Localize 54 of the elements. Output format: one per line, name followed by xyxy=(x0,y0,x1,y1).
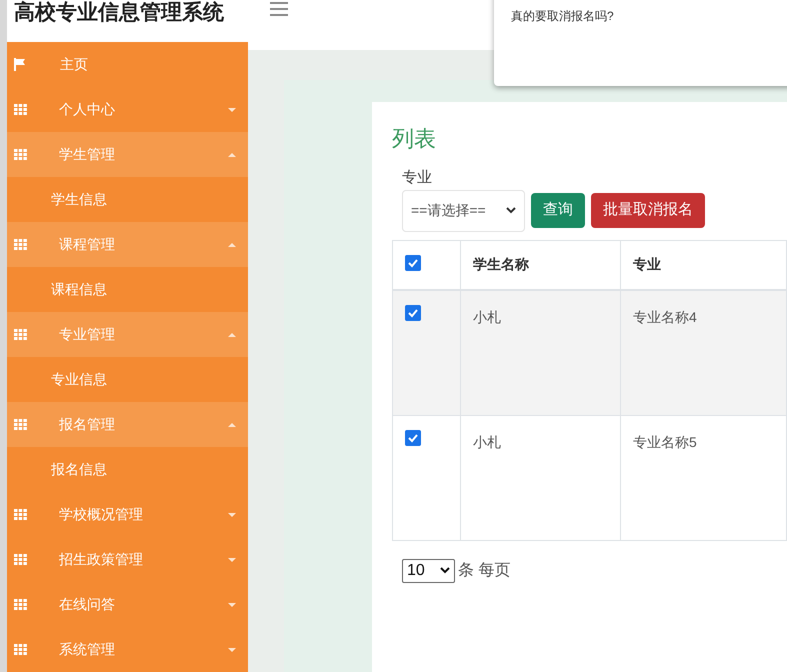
sidebar-item[interactable]: 系统管理 xyxy=(7,627,248,672)
sidebar-item[interactable]: 报名管理 xyxy=(7,402,248,447)
grid-icon xyxy=(14,644,27,655)
caret-down-icon xyxy=(228,558,236,562)
chevron-down-icon xyxy=(506,207,516,214)
submenu-item[interactable]: 学生信息 xyxy=(51,189,107,210)
grid-icon xyxy=(14,239,27,250)
table-cell: 专业名称4 xyxy=(620,290,786,415)
submenu-item[interactable]: 课程信息 xyxy=(51,279,107,300)
table-cell: 小札 xyxy=(460,415,621,540)
table-cell: 专业名称5 xyxy=(620,415,786,540)
per-page-label: 条 每页 xyxy=(458,560,510,580)
dialog-message: 真的要取消报名吗? xyxy=(511,9,614,23)
sidebar-item[interactable]: 学校概况管理 xyxy=(7,492,248,537)
checkbox[interactable] xyxy=(405,305,421,321)
checkbox[interactable] xyxy=(405,254,421,270)
column-header: 专业 xyxy=(620,240,786,290)
submenu-item[interactable]: 报名信息 xyxy=(51,459,107,480)
major-select[interactable]: ==请选择== xyxy=(402,190,525,232)
caret-down-icon xyxy=(228,512,236,516)
app-title: 高校专业信息管理系统 xyxy=(14,0,224,26)
caret-down-icon xyxy=(228,648,236,652)
chevron-down-icon xyxy=(440,567,450,574)
grid-icon xyxy=(14,149,27,160)
submenu-item[interactable]: 专业信息 xyxy=(51,369,107,390)
sidebar-item[interactable]: 在线问答 xyxy=(7,582,248,627)
sidebar-item[interactable]: 主页 xyxy=(7,42,248,87)
card-title: 列表 xyxy=(392,125,437,153)
batch-cancel-button[interactable]: 批量取消报名 xyxy=(591,193,705,228)
sidebar-item[interactable]: 课程管理 xyxy=(7,222,248,267)
page-size-select[interactable]: 10 xyxy=(402,558,455,582)
sidebar-item[interactable]: 学生管理 xyxy=(7,132,248,177)
grid-icon xyxy=(14,104,27,115)
caret-down-icon xyxy=(228,108,236,112)
caret-down-icon xyxy=(228,602,236,606)
grid-icon xyxy=(14,509,27,520)
sidebar-item[interactable]: 专业管理 xyxy=(7,312,248,357)
column-header: 学生名称 xyxy=(460,240,621,290)
caret-up-icon xyxy=(228,422,236,426)
grid-icon xyxy=(14,599,27,610)
filter-label: 专业 xyxy=(402,168,433,188)
grid-icon xyxy=(14,419,27,430)
checkbox[interactable] xyxy=(405,430,421,446)
grid-icon xyxy=(14,329,27,340)
sidebar-item[interactable]: 招生政策管理 xyxy=(7,537,248,582)
caret-up-icon xyxy=(228,242,236,246)
flag-icon xyxy=(14,58,26,71)
menu-icon[interactable] xyxy=(270,2,288,16)
caret-up-icon xyxy=(228,332,236,336)
sidebar-item[interactable]: 个人中心 xyxy=(7,87,248,132)
grid-icon xyxy=(14,554,27,565)
query-button[interactable]: 查询 xyxy=(531,193,585,228)
table-cell: 小札 xyxy=(460,290,621,415)
caret-up-icon xyxy=(228,152,236,156)
